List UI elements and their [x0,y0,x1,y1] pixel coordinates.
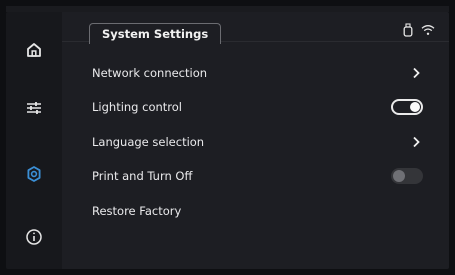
status-bar [403,23,435,37]
print-turn-off-toggle[interactable] [391,168,423,184]
setting-label: Lighting control [92,100,183,114]
sidebar [6,12,62,269]
setting-label: Network connection [92,66,208,80]
chevron-right-icon[interactable] [409,135,423,149]
toggle-knob [393,170,405,182]
home-icon [27,43,41,57]
settings-panel: System Settings Network connection Light… [62,12,449,269]
setting-label: Print and Turn Off [92,169,193,183]
usb-drive-icon [403,23,413,37]
setting-restore-factory[interactable]: Restore Factory [92,197,423,225]
setting-label: Language selection [92,135,205,149]
printer-screen: System Settings Network connection Light… [6,12,449,269]
sidebar-item-home[interactable] [20,36,48,64]
lighting-toggle[interactable] [391,99,423,115]
chevron-right-icon[interactable] [409,66,423,80]
tab-system-settings[interactable]: System Settings [89,23,222,44]
setting-label: Restore Factory [92,204,182,218]
info-icon [26,229,42,245]
tab-bar: System Settings [62,12,449,44]
settings-gear-icon [27,166,41,182]
setting-network-connection[interactable]: Network connection [92,59,423,87]
sidebar-item-info[interactable] [20,223,48,251]
setting-print-and-turn-off: Print and Turn Off [92,162,423,190]
toggle-knob [410,102,420,112]
setting-language-selection[interactable]: Language selection [92,128,423,156]
wifi-icon [421,25,435,35]
setting-lighting-control: Lighting control [92,93,423,121]
sidebar-item-tune[interactable] [20,94,48,122]
sliders-icon [27,102,41,114]
sidebar-item-settings[interactable] [20,160,48,188]
